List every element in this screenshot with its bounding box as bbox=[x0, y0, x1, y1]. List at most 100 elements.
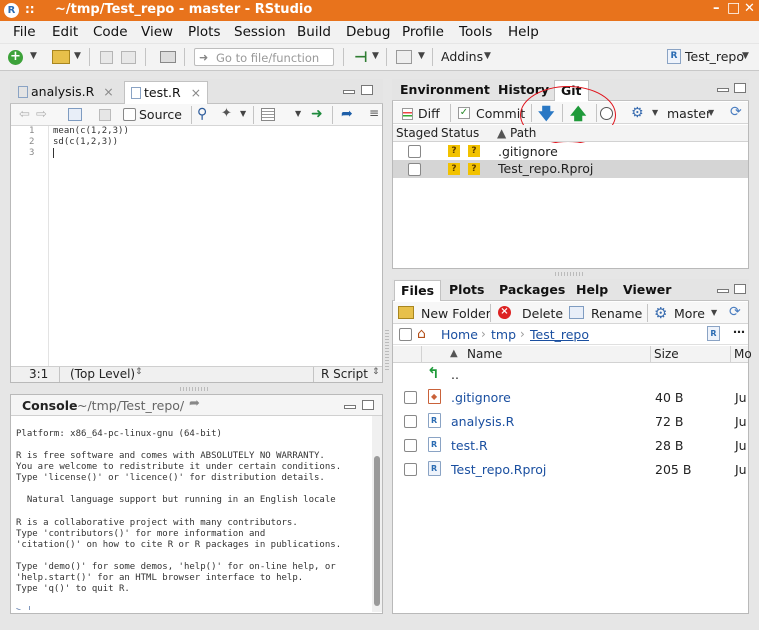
col-staged[interactable]: Staged bbox=[396, 126, 438, 140]
save-icon[interactable] bbox=[100, 51, 113, 64]
branch-selector[interactable]: master bbox=[667, 106, 711, 121]
menu-build[interactable]: Build bbox=[297, 24, 331, 40]
col-modified[interactable]: Mo bbox=[734, 347, 752, 361]
outline-icon[interactable]: ≡ bbox=[369, 106, 379, 120]
tab-analysis-r[interactable]: analysis.R × bbox=[12, 81, 120, 103]
addins-button[interactable]: Addins bbox=[441, 49, 483, 64]
chevron-down-icon[interactable]: ▼ bbox=[74, 51, 81, 61]
menu-profile[interactable]: Profile bbox=[402, 24, 444, 40]
open-folder-icon[interactable] bbox=[52, 50, 70, 64]
vcs-icon[interactable]: ⊣ bbox=[354, 48, 368, 66]
save-all-icon[interactable] bbox=[121, 51, 136, 64]
run-line-icon[interactable]: ➜ bbox=[311, 106, 323, 122]
chevron-down-icon[interactable]: ▼ bbox=[372, 51, 379, 61]
maximize-icon[interactable]: □ bbox=[727, 0, 740, 16]
minimize-pane-icon[interactable] bbox=[343, 90, 355, 94]
col-size[interactable]: Size bbox=[654, 347, 679, 361]
chevron-down-icon[interactable]: ▼ bbox=[711, 308, 717, 317]
refresh-icon[interactable]: ⟳ bbox=[730, 104, 742, 120]
menu-file[interactable]: File bbox=[13, 24, 36, 40]
window-grip[interactable]: :: bbox=[25, 2, 35, 16]
code-editor[interactable]: mean(c(1,2,3)) sd(c(1,2,3)) bbox=[53, 126, 373, 366]
new-file-icon[interactable]: + bbox=[8, 50, 23, 65]
file-row[interactable]: ◆ .gitignore 40 B Ju bbox=[393, 387, 748, 411]
staged-checkbox[interactable] bbox=[408, 163, 421, 176]
diff-icon[interactable] bbox=[402, 108, 413, 120]
compile-report-icon[interactable] bbox=[261, 108, 275, 121]
staged-checkbox[interactable] bbox=[408, 145, 421, 158]
rename-button[interactable]: Rename bbox=[591, 306, 642, 321]
close-tab-icon[interactable]: × bbox=[191, 85, 201, 100]
file-row-up[interactable]: ↰ .. bbox=[393, 364, 748, 386]
maximize-pane-icon[interactable] bbox=[734, 284, 746, 294]
save-icon[interactable] bbox=[99, 109, 111, 121]
parent-directory-link[interactable]: .. bbox=[451, 367, 459, 382]
menu-tools[interactable]: Tools bbox=[459, 24, 492, 40]
file-checkbox[interactable] bbox=[404, 391, 417, 404]
git-row-selected[interactable]: ? ? Test_repo.Rproj bbox=[393, 160, 748, 178]
menu-plots[interactable]: Plots bbox=[188, 24, 220, 40]
home-icon[interactable]: ⌂ bbox=[417, 326, 426, 342]
console-output[interactable]: Platform: x86_64-pc-linux-gnu (64-bit) R … bbox=[16, 418, 366, 610]
up-directory-icon[interactable]: ↰ bbox=[427, 364, 440, 382]
breadcrumb-tmp[interactable]: tmp bbox=[491, 327, 516, 342]
more-button[interactable]: More bbox=[674, 306, 705, 321]
col-name[interactable]: Name bbox=[467, 347, 502, 361]
file-row[interactable]: R analysis.R 72 B Ju bbox=[393, 411, 748, 435]
tab-test-r[interactable]: test.R × bbox=[124, 81, 209, 104]
scope-selector[interactable]: (Top Level) bbox=[70, 367, 135, 381]
back-icon[interactable]: ⇦ bbox=[19, 107, 30, 122]
delete-icon[interactable]: × bbox=[498, 306, 511, 319]
chevron-down-icon[interactable]: ▼ bbox=[295, 109, 301, 118]
menu-debug[interactable]: Debug bbox=[346, 24, 390, 40]
file-name[interactable]: Test_repo.Rproj bbox=[451, 462, 546, 477]
tab-packages[interactable]: Packages bbox=[493, 279, 571, 301]
minimize-pane-icon[interactable] bbox=[717, 88, 729, 92]
source-on-save-checkbox[interactable] bbox=[123, 108, 136, 121]
new-folder-button[interactable]: New Folder bbox=[421, 306, 491, 321]
magic-wand-icon[interactable]: ✦ bbox=[221, 106, 232, 121]
breadcrumb-home[interactable]: Home bbox=[441, 327, 478, 342]
minimize-pane-icon[interactable] bbox=[717, 289, 729, 293]
commit-icon[interactable]: ✓ bbox=[458, 107, 470, 119]
menu-code[interactable]: Code bbox=[93, 24, 128, 40]
file-checkbox[interactable] bbox=[404, 439, 417, 452]
menu-help[interactable]: Help bbox=[508, 24, 539, 40]
more-options-icon[interactable]: ⋯ bbox=[733, 325, 745, 339]
gear-icon[interactable]: ⚙ bbox=[631, 105, 644, 121]
maximize-pane-icon[interactable] bbox=[734, 83, 746, 93]
horizontal-splitter[interactable] bbox=[180, 387, 210, 391]
goto-file-input[interactable]: ➜ Go to file/function bbox=[194, 48, 334, 66]
forward-icon[interactable]: ⇨ bbox=[36, 107, 47, 122]
pane-layout-icon[interactable] bbox=[396, 50, 412, 64]
print-icon[interactable] bbox=[160, 51, 176, 63]
menu-session[interactable]: Session bbox=[234, 24, 286, 40]
git-row[interactable]: ? ? .gitignore bbox=[393, 143, 748, 160]
tab-help[interactable]: Help bbox=[570, 279, 614, 301]
project-menu[interactable]: Test_repo bbox=[685, 49, 744, 64]
commit-button[interactable]: Commit bbox=[476, 106, 525, 121]
search-icon[interactable]: ⚲ bbox=[197, 106, 207, 122]
diff-button[interactable]: Diff bbox=[418, 106, 440, 121]
filetype-selector[interactable]: R Script bbox=[321, 367, 368, 381]
chevron-down-icon[interactable]: ▼ bbox=[652, 108, 658, 117]
refresh-icon[interactable]: ⟳ bbox=[729, 304, 741, 320]
file-name[interactable]: test.R bbox=[451, 438, 488, 453]
chevron-down-icon[interactable]: ▼ bbox=[742, 51, 749, 61]
menu-view[interactable]: View bbox=[141, 24, 173, 40]
chevron-down-icon[interactable]: ▼ bbox=[240, 109, 246, 118]
file-name[interactable]: .gitignore bbox=[451, 390, 511, 405]
console-prompt[interactable]: > | bbox=[16, 606, 366, 610]
rename-icon[interactable] bbox=[569, 306, 584, 319]
console-scrollbar[interactable] bbox=[372, 416, 382, 612]
horizontal-splitter[interactable] bbox=[555, 272, 585, 276]
tab-viewer[interactable]: Viewer bbox=[617, 279, 677, 301]
rerun-icon[interactable]: ➦ bbox=[341, 106, 353, 122]
close-tab-icon[interactable]: × bbox=[103, 84, 113, 99]
col-path[interactable]: Path bbox=[510, 126, 536, 140]
maximize-pane-icon[interactable] bbox=[362, 400, 374, 410]
minimize-icon[interactable]: – bbox=[713, 1, 720, 16]
vertical-splitter[interactable] bbox=[385, 330, 389, 370]
show-in-window-icon[interactable] bbox=[68, 108, 82, 121]
minimize-pane-icon[interactable] bbox=[344, 405, 356, 409]
